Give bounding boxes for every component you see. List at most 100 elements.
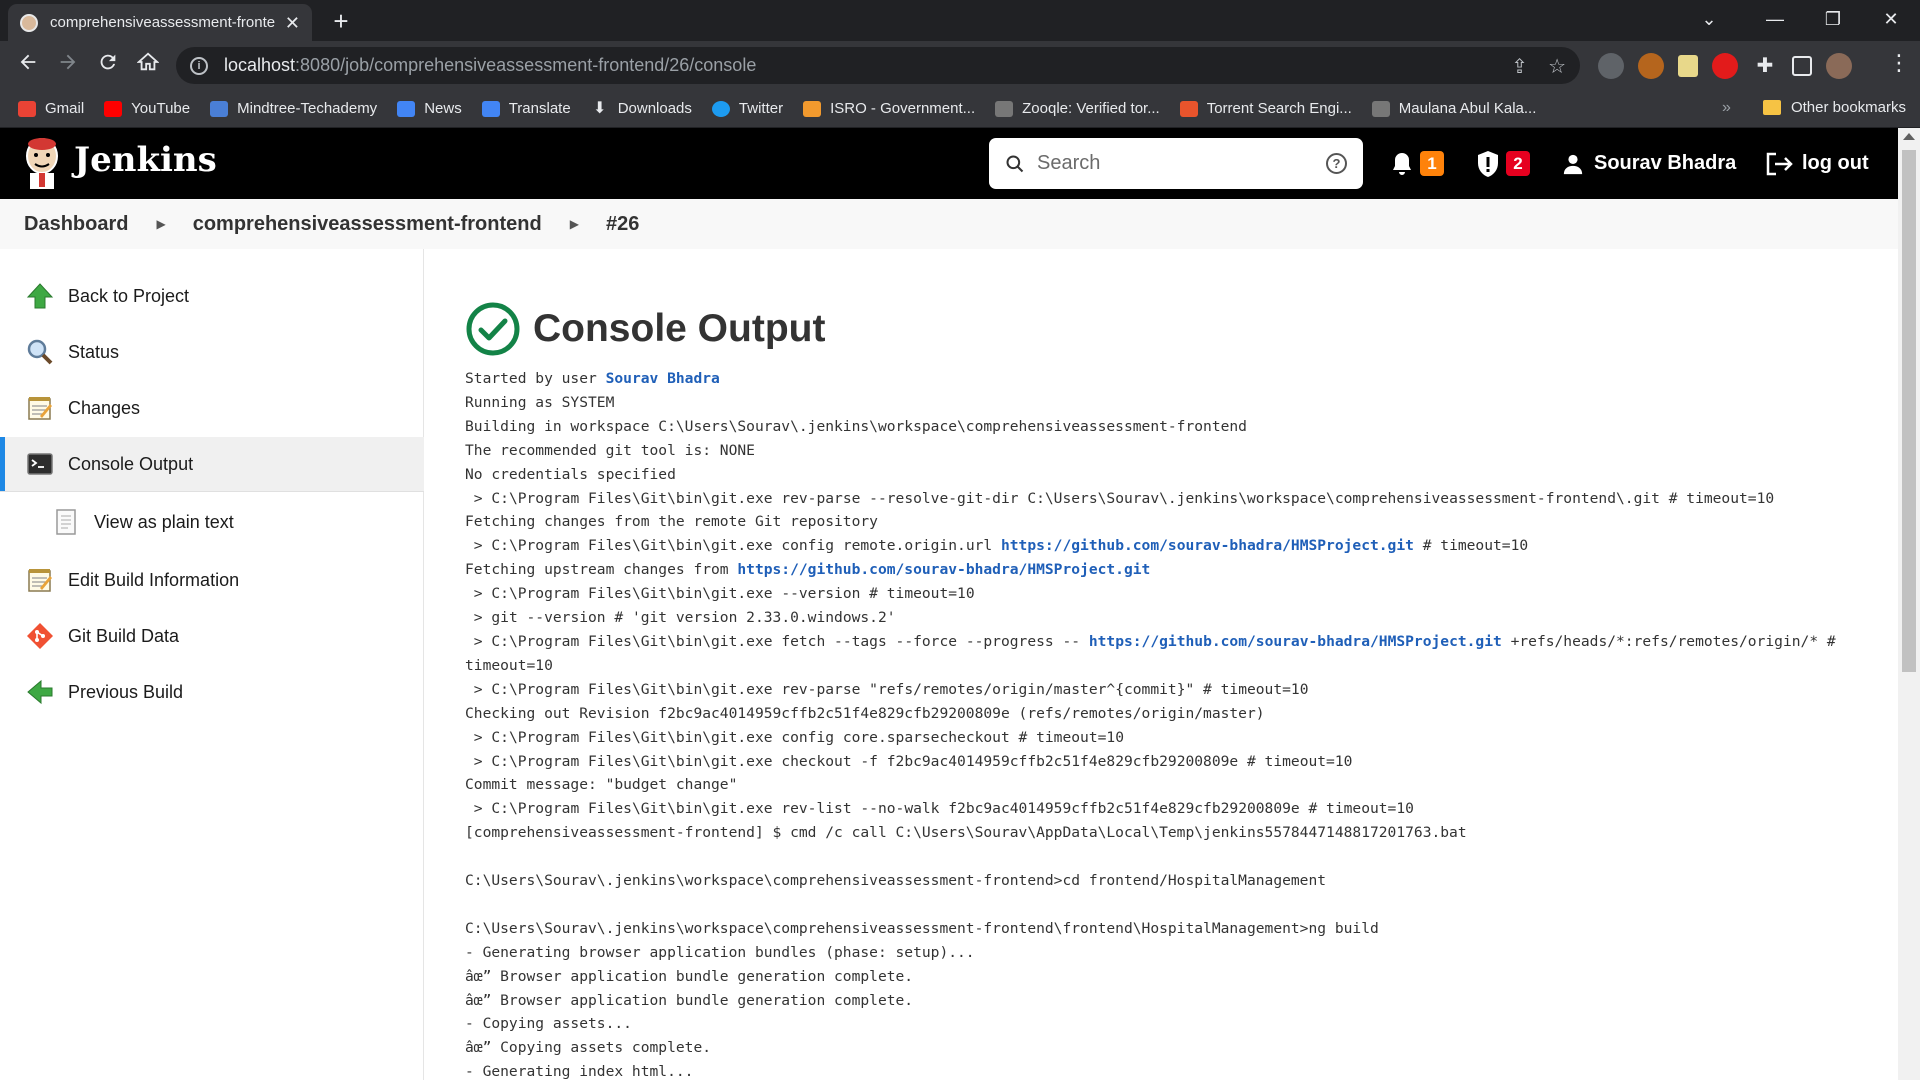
breadcrumb-project[interactable]: comprehensiveassessment-frontend	[193, 213, 542, 236]
browser-tab[interactable]: comprehensiveassessment-frontend #26 Con…	[8, 4, 312, 41]
isro-icon	[803, 100, 822, 117]
site-info-icon[interactable]: i	[190, 56, 208, 75]
minimize-button[interactable]: —	[1746, 0, 1804, 41]
extension-adblock-icon[interactable]	[1712, 53, 1738, 79]
git-icon	[27, 623, 53, 649]
jenkins-header: Jenkins ? 1 2 Sourav Bhadra log out	[0, 128, 1898, 199]
security-button[interactable]: 2	[1476, 128, 1530, 199]
repo-url-link[interactable]: https://github.com/sourav-bhadra/HMSProj…	[1001, 537, 1414, 554]
search-input[interactable]	[1037, 152, 1307, 175]
page-scrollbar[interactable]	[1898, 128, 1920, 1080]
home-icon[interactable]	[132, 50, 164, 82]
share-icon[interactable]: ⇪	[1511, 54, 1528, 79]
sidebar-item-previous-build[interactable]: Previous Build	[0, 665, 424, 719]
torrent-icon	[1179, 100, 1198, 117]
search-icon	[1006, 155, 1024, 172]
tab-close-icon[interactable]: ✕	[285, 14, 300, 32]
translate-icon	[481, 100, 500, 117]
sidebar-item-back-to-project[interactable]: Back to Project	[0, 269, 424, 323]
console-output-heading: Console Output	[533, 307, 826, 350]
browser-tab-strip: comprehensiveassessment-frontend #26 Con…	[0, 0, 1920, 41]
forward-arrow-icon[interactable]	[52, 50, 84, 82]
terminal-icon	[27, 453, 53, 475]
url-path: :8080/job/comprehensiveassessment-fronte…	[295, 55, 757, 75]
search-box: ?	[989, 138, 1363, 189]
shield-icon	[1478, 150, 1498, 177]
bookmark-torrent[interactable]: Torrent Search Engi...	[1179, 100, 1352, 117]
logout-link[interactable]: log out	[1766, 128, 1869, 199]
folder-icon	[1762, 100, 1781, 115]
browser-toolbar: i localhost:8080/job/comprehensiveassess…	[0, 41, 1920, 90]
side-panel: Back to Project Status Changes Console O…	[0, 249, 424, 1080]
sidebar-item-changes[interactable]: Changes	[0, 381, 424, 435]
side-panel-icon[interactable]	[1792, 56, 1812, 76]
repo-url-link[interactable]: https://github.com/sourav-bhadra/HMSProj…	[1089, 633, 1502, 650]
extensions-puzzle-icon[interactable]: ✚	[1752, 53, 1778, 79]
new-tab-button[interactable]: +	[326, 6, 356, 36]
scrollbar-thumb[interactable]	[1902, 150, 1916, 672]
mindtree-icon	[210, 100, 229, 117]
window-close-button[interactable]: ✕	[1862, 0, 1920, 41]
zooqle-icon	[995, 100, 1014, 117]
breadcrumb-dashboard[interactable]: Dashboard	[24, 213, 128, 236]
address-bar[interactable]: i localhost:8080/job/comprehensiveassess…	[176, 47, 1580, 84]
sidebar-item-git-build-data[interactable]: Git Build Data	[0, 609, 424, 663]
scroll-up-arrow-icon[interactable]	[1903, 133, 1915, 140]
back-arrow-icon[interactable]	[12, 50, 44, 82]
notepad-edit-icon	[28, 569, 52, 592]
bookmark-news[interactable]: News	[397, 100, 462, 117]
browser-menu-icon[interactable]: ⋮	[1888, 50, 1910, 76]
bookmark-gmail[interactable]: Gmail	[18, 100, 84, 117]
bookmark-isro[interactable]: ISRO - Government...	[803, 100, 975, 117]
bookmark-translate[interactable]: Translate	[481, 100, 571, 117]
jenkins-title[interactable]: Jenkins	[74, 140, 217, 180]
breadcrumb: Dashboard ▶ comprehensiveassessment-fron…	[0, 199, 1898, 249]
profile-avatar[interactable]	[1826, 53, 1852, 79]
bookmark-mindtree[interactable]: Mindtree-Techademy	[210, 100, 377, 117]
jenkins-logo-icon[interactable]	[22, 136, 62, 190]
repo-url-link[interactable]: https://github.com/sourav-bhadra/HMSProj…	[737, 561, 1150, 578]
bell-icon	[1393, 152, 1411, 175]
restore-button[interactable]: ❐	[1804, 0, 1862, 41]
university-icon	[1371, 100, 1390, 117]
extension-cookie-icon[interactable]	[1638, 53, 1664, 79]
bookmark-university[interactable]: Maulana Abul Kala...	[1371, 100, 1536, 117]
extension-lens-icon[interactable]	[1598, 53, 1624, 79]
sidebar-item-edit-build-information[interactable]: Edit Build Information	[0, 553, 424, 607]
bookmark-youtube[interactable]: YouTube	[104, 100, 190, 117]
user-link[interactable]: Sourav Bhadra	[1562, 128, 1736, 199]
main-panel: Console Output Started by user Sourav Bh…	[465, 249, 1895, 1080]
logout-label: log out	[1802, 152, 1869, 174]
security-badge: 2	[1506, 151, 1530, 176]
user-name: Sourav Bhadra	[1594, 152, 1737, 174]
bookmark-downloads[interactable]: ⬇ Downloads	[591, 100, 692, 117]
left-arrow-icon	[27, 679, 53, 705]
started-by-user-link[interactable]: Sourav Bhadra	[606, 370, 720, 387]
sidebar-item-status[interactable]: Status	[0, 325, 424, 379]
chevron-right-icon[interactable]: ▶	[570, 217, 579, 231]
twitter-icon	[711, 100, 730, 117]
gmail-icon	[18, 100, 36, 117]
bookmark-zooqle[interactable]: Zooqle: Verified tor...	[995, 100, 1160, 117]
bookmark-twitter[interactable]: Twitter	[711, 100, 783, 117]
bookmark-star-icon[interactable]: ☆	[1548, 54, 1566, 79]
logout-icon	[1766, 152, 1793, 175]
reload-icon[interactable]	[92, 50, 124, 82]
bookmarks-overflow-button[interactable]: »	[1722, 99, 1731, 117]
page-title: Console Output	[465, 301, 825, 357]
notifications-button[interactable]: 1	[1390, 128, 1444, 199]
extension-note-icon[interactable]	[1678, 55, 1698, 77]
help-icon[interactable]: ?	[1326, 153, 1347, 174]
youtube-icon	[104, 100, 123, 117]
breadcrumb-build[interactable]: #26	[606, 213, 639, 236]
success-check-icon	[466, 302, 520, 356]
sidebar-item-view-plain-text[interactable]: View as plain text	[0, 495, 424, 549]
bookmarks-bar: Gmail YouTube Mindtree-Techademy News Tr…	[0, 90, 1920, 128]
sidebar-item-console-output[interactable]: Console Output	[0, 437, 424, 491]
console-log: Started by user Sourav Bhadra Running as…	[465, 370, 1845, 1080]
tab-title: comprehensiveassessment-frontend #26 Con…	[50, 14, 275, 31]
jenkins-favicon-icon	[20, 13, 38, 32]
other-bookmarks[interactable]: Other bookmarks	[1762, 99, 1906, 116]
tab-search-icon[interactable]: ⌄	[1680, 0, 1738, 41]
chevron-right-icon[interactable]: ▶	[156, 217, 165, 231]
